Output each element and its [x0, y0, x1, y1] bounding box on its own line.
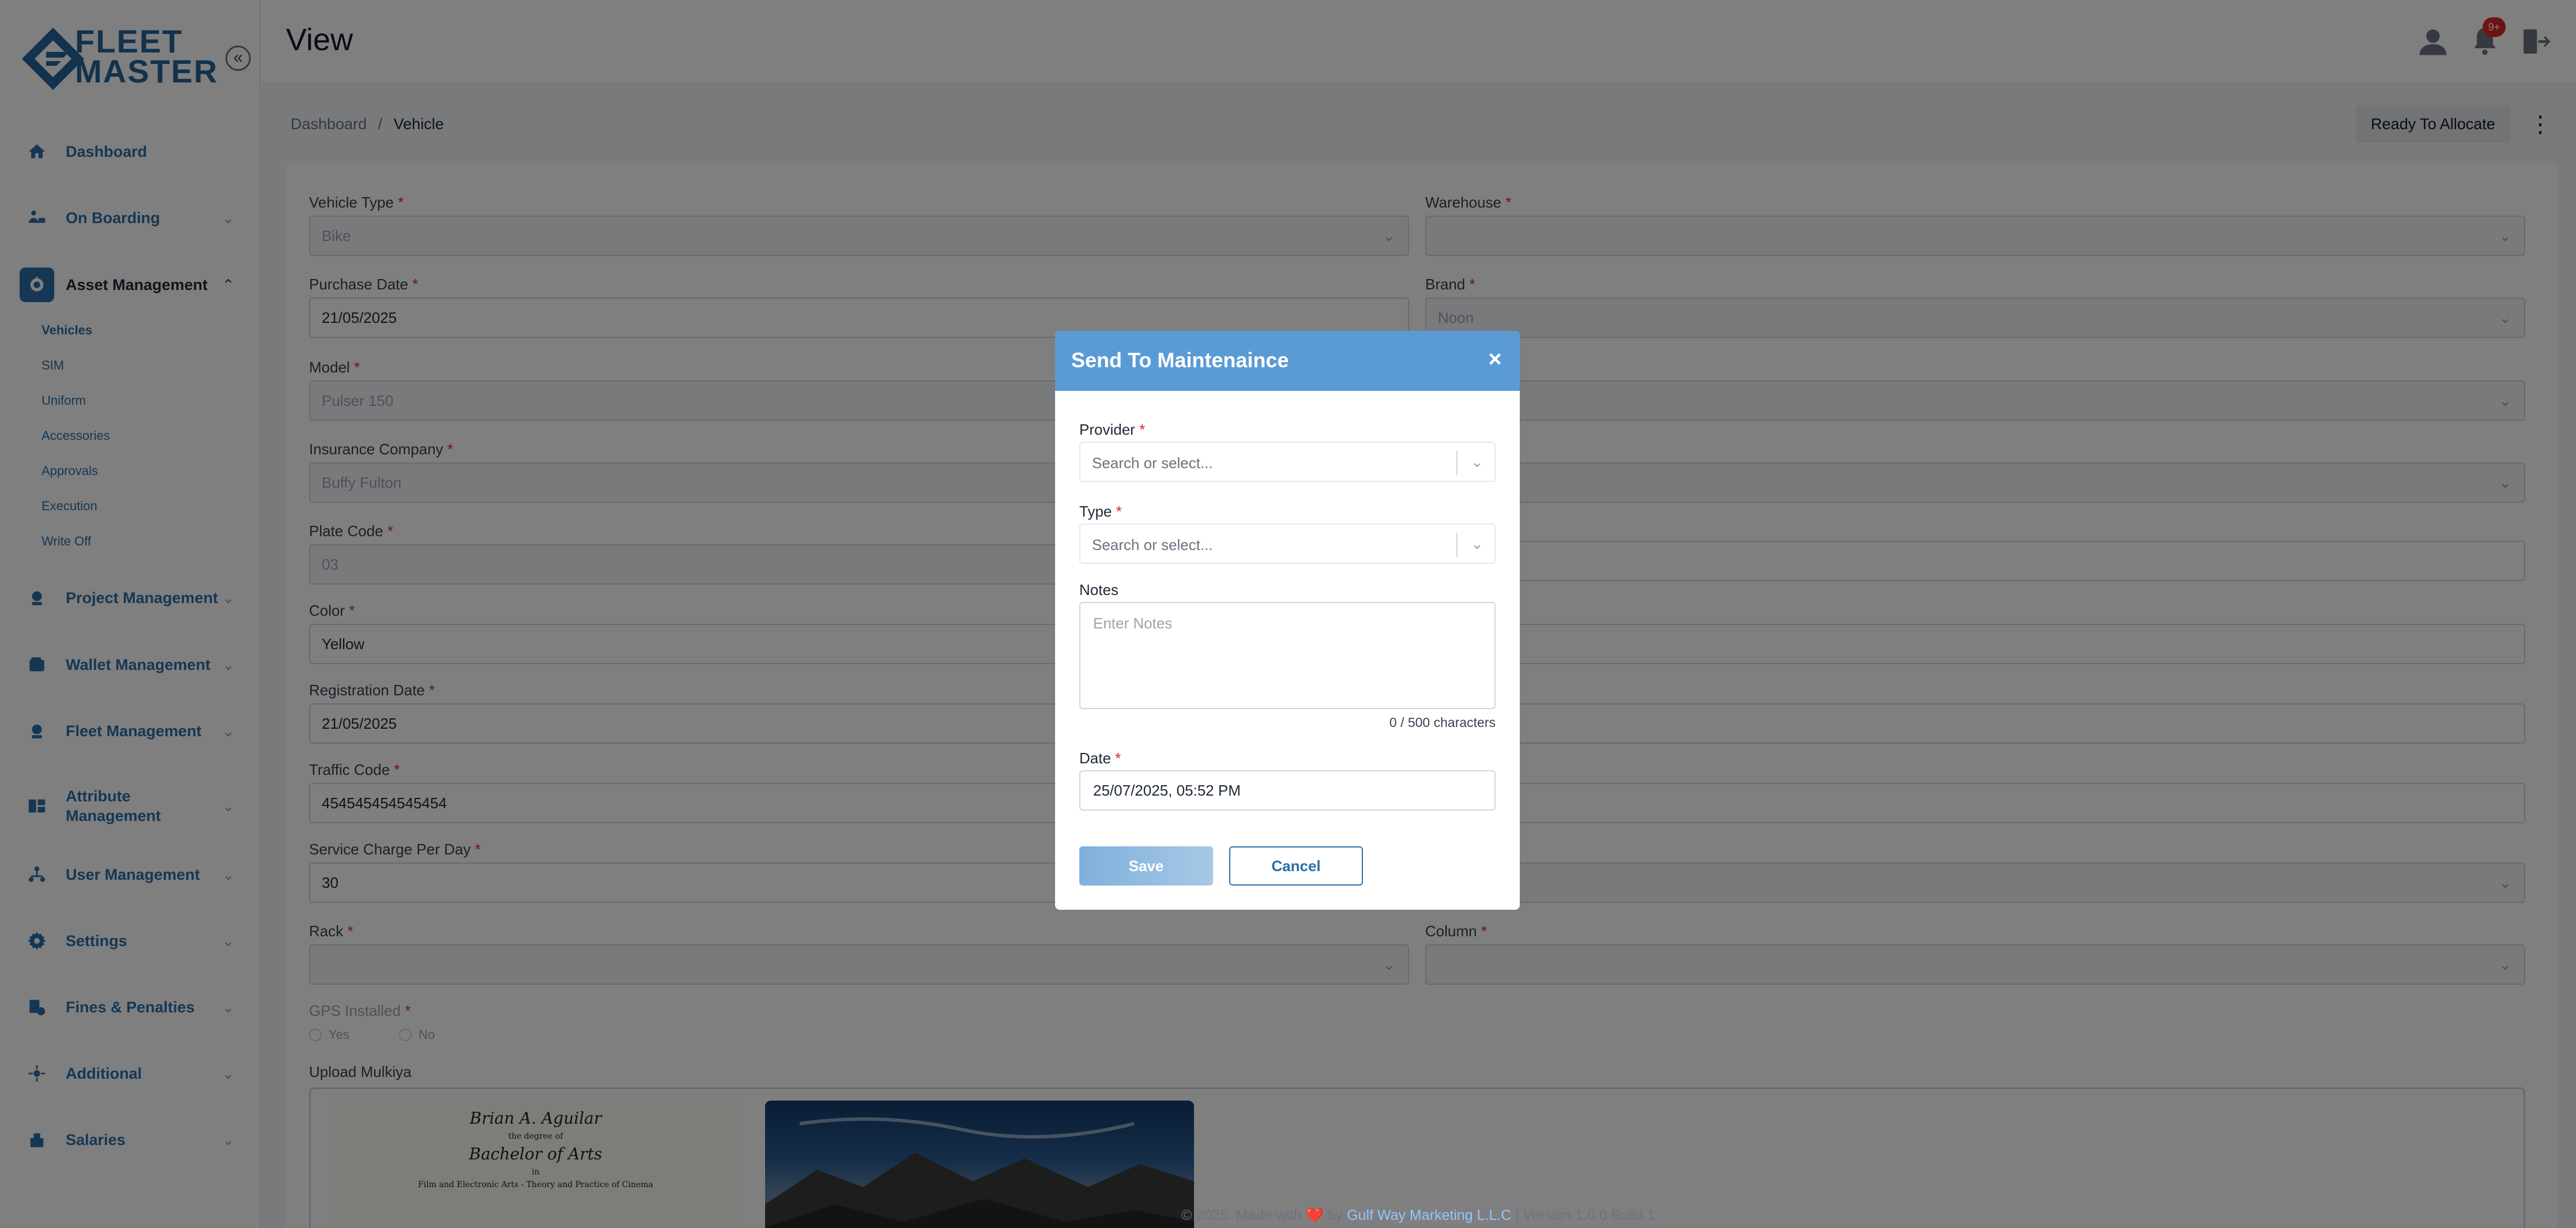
type-label: Type * [1079, 503, 1122, 520]
date-input[interactable]: 25/07/2025, 05:52 PM [1079, 770, 1496, 811]
footer-by: by [1327, 1207, 1343, 1223]
notes-character-counter: 0 / 500 characters [1389, 715, 1496, 730]
provider-label: Provider * [1079, 421, 1146, 438]
modal-title: Send To Maintenaince [1071, 348, 1289, 372]
footer-version: | Version 1.0.0 Build 1 [1515, 1207, 1656, 1223]
footer: © 2025. Made with ❤️ by Gulf Way Marketi… [261, 1207, 2576, 1224]
notes-textarea[interactable]: Enter Notes [1079, 602, 1496, 709]
heart-icon: ❤️ [1305, 1207, 1324, 1223]
provider-placeholder: Search or select... [1092, 454, 1213, 472]
notes-placeholder: Enter Notes [1093, 615, 1173, 632]
company-link[interactable]: Gulf Way Marketing L.L.C [1347, 1207, 1511, 1223]
send-to-maintenance-modal: Send To Maintenaince × Provider * Search… [1055, 331, 1520, 910]
provider-select[interactable]: Search or select... ⌄ [1079, 442, 1496, 482]
date-label: Date * [1079, 749, 1121, 767]
modal-header: Send To Maintenaince × [1055, 331, 1520, 391]
footer-prefix: © 2025. Made with [1181, 1207, 1302, 1223]
chevron-down-icon: ⌄ [1471, 535, 1483, 552]
save-button[interactable]: Save [1079, 846, 1213, 886]
notes-label: Notes [1079, 581, 1118, 598]
chevron-down-icon: ⌄ [1471, 453, 1483, 470]
close-icon[interactable]: × [1483, 347, 1507, 371]
cancel-button[interactable]: Cancel [1229, 846, 1363, 886]
type-placeholder: Search or select... [1092, 536, 1213, 553]
type-select[interactable]: Search or select... ⌄ [1079, 523, 1496, 564]
